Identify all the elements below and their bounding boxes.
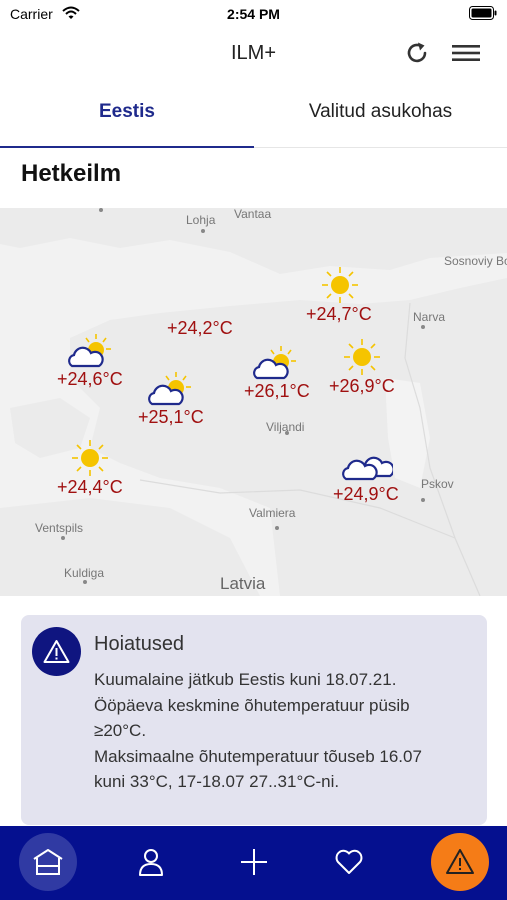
station-temperature: +24,9°C: [333, 484, 399, 504]
nav-add-button[interactable]: [225, 833, 283, 891]
cloudy-icon: [341, 448, 395, 487]
place-label: Vantaa: [234, 208, 272, 221]
warnings-title: Hoiatused: [94, 633, 185, 655]
location-tabs: Eestis Valitud asukohas: [0, 78, 507, 148]
warning-line: Maksimaalne õhutemperatuur tõuseb 16.07: [94, 746, 422, 766]
warning-line: kuni 33°C, 17-18.07 27..31°C-ni.: [94, 772, 340, 791]
warning-line: ≥20°C.: [94, 721, 147, 740]
sun-icon: [321, 266, 359, 309]
station-temperature: +24,2°C: [167, 318, 233, 338]
station-temperature: +26,1°C: [244, 381, 310, 401]
warning-icon: [43, 640, 70, 663]
heart-icon: [335, 849, 363, 874]
profile-icon: [139, 849, 163, 876]
refresh-icon[interactable]: [404, 40, 430, 71]
sun-icon: [71, 439, 109, 482]
warning-line: Kuumalaine jätkub Eestis kuni 18.07.21.: [94, 670, 397, 689]
station-temperature: +24,4°C: [57, 477, 123, 497]
app-title: ILM+: [230, 42, 277, 64]
sun-icon: [343, 338, 381, 381]
plus-icon: [241, 849, 267, 875]
tab-eestis[interactable]: Eestis: [0, 78, 254, 148]
nav-profile-button[interactable]: [122, 833, 180, 891]
warning-line: Ööpäeva keskmine õhutemperatuur püsib: [94, 695, 410, 715]
place-label: Lohja: [186, 213, 216, 227]
station-temperature: +24,6°C: [57, 369, 123, 389]
bottom-nav: [0, 826, 507, 900]
hamburger-menu-icon[interactable]: [452, 43, 480, 68]
status-bar: Carrier 2:54 PM: [0, 0, 507, 28]
place-label: Ventspils: [35, 521, 84, 535]
app-header: ILM+: [0, 28, 507, 78]
warning-icon: [446, 849, 474, 874]
nav-warnings-button[interactable]: [431, 833, 489, 891]
home-icon: [33, 849, 63, 875]
warning-badge: [32, 627, 81, 676]
place-label: Viljandi: [266, 420, 305, 434]
weather-map[interactable]: Lohja Vantaa Sosnoviy Bo Narva Viljandi …: [0, 208, 507, 596]
station-temperature: +24,7°C: [306, 304, 372, 324]
map-background: [0, 208, 507, 596]
place-label: Pskov: [421, 477, 454, 491]
place-label: Sosnoviy Bo: [444, 254, 507, 268]
place-label: Narva: [413, 310, 446, 324]
clock: 2:54 PM: [227, 6, 280, 22]
station-temperature: +25,1°C: [138, 407, 204, 427]
nav-favorites-button[interactable]: [320, 833, 378, 891]
place-label: Kuldiga: [64, 566, 105, 580]
country-label: Latvia: [220, 574, 266, 593]
station-temperature: +26,9°C: [329, 376, 395, 396]
battery-icon: [469, 6, 497, 25]
tab-valitud-asukohas[interactable]: Valitud asukohas: [254, 78, 507, 148]
warnings-text: Kuumalaine jätkub Eestis kuni 18.07.21. …: [94, 667, 474, 795]
nav-home-button[interactable]: [19, 833, 77, 891]
warnings-card[interactable]: Hoiatused Kuumalaine jätkub Eestis kuni …: [21, 615, 487, 825]
place-label: Valmiera: [249, 506, 296, 520]
section-title: Hetkeilm: [21, 160, 122, 187]
